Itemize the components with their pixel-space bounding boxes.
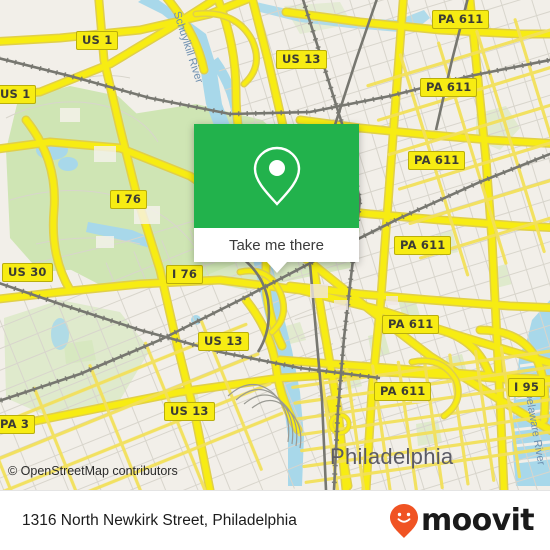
moovit-wordmark: moovit [420, 503, 535, 538]
shield-us-13-a[interactable]: US 13 [276, 50, 327, 69]
shield-i-76-b[interactable]: I 76 [166, 265, 204, 284]
map-viewport[interactable]: Schuylkill River Delaware River Philadel… [0, 0, 550, 490]
location-pin-icon [253, 146, 300, 206]
popup-tail [266, 262, 287, 273]
shield-us-1-a[interactable]: US 1 [76, 31, 119, 50]
shield-us-1-b[interactable]: US 1 [0, 85, 37, 104]
bottom-bar: 1316 North Newkirk Street, Philadelphia … [0, 490, 550, 550]
take-me-there-label: Take me there [228, 236, 325, 254]
shield-pa-611-f[interactable]: PA 611 [374, 382, 432, 401]
shield-i-76-a[interactable]: I 76 [110, 190, 148, 209]
shield-pa-611-a[interactable]: PA 611 [432, 10, 490, 29]
shield-us-13-b[interactable]: US 13 [198, 332, 249, 351]
osm-attribution: © OpenStreetMap contributors [8, 464, 178, 478]
shield-pa-611-e[interactable]: PA 611 [382, 315, 440, 334]
shield-us-30[interactable]: US 30 [2, 263, 53, 282]
moovit-pin-icon [389, 504, 418, 538]
destination-popup[interactable]: Take me there [194, 124, 359, 273]
shield-pa-3[interactable]: PA 3 [0, 415, 36, 434]
shield-us-13-c[interactable]: US 13 [164, 402, 215, 421]
shield-pa-611-d[interactable]: PA 611 [394, 236, 452, 255]
shield-pa-611-b[interactable]: PA 611 [420, 78, 478, 97]
map-screen: Schuylkill River Delaware River Philadel… [0, 0, 550, 550]
shield-i-95[interactable]: I 95 [508, 378, 546, 397]
take-me-there-button[interactable]: Take me there [194, 228, 359, 262]
address-label: 1316 North Newkirk Street, Philadelphia [22, 512, 297, 529]
moovit-logo[interactable]: moovit [389, 503, 535, 539]
shield-pa-611-c[interactable]: PA 611 [408, 151, 466, 170]
city-label-philadelphia: Philadelphia [330, 444, 454, 469]
popup-pin-area [194, 124, 359, 228]
